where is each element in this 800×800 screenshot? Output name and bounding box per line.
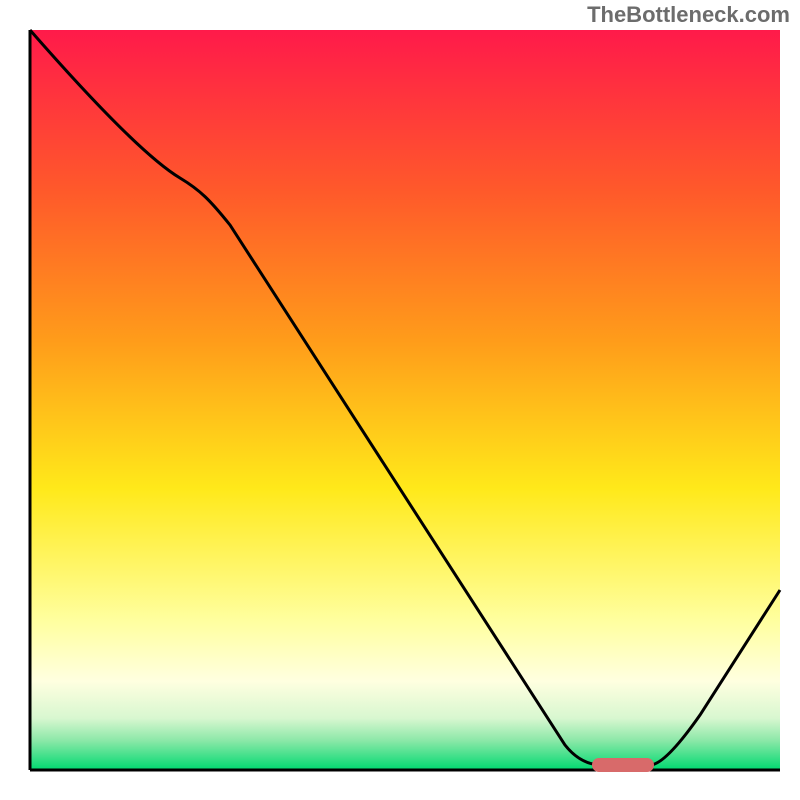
chart-container: TheBottleneck.com	[0, 0, 800, 800]
optimal-zone-marker	[592, 758, 654, 772]
bottleneck-chart	[0, 0, 800, 800]
attribution-label: TheBottleneck.com	[587, 2, 790, 28]
plot-background	[30, 30, 780, 770]
